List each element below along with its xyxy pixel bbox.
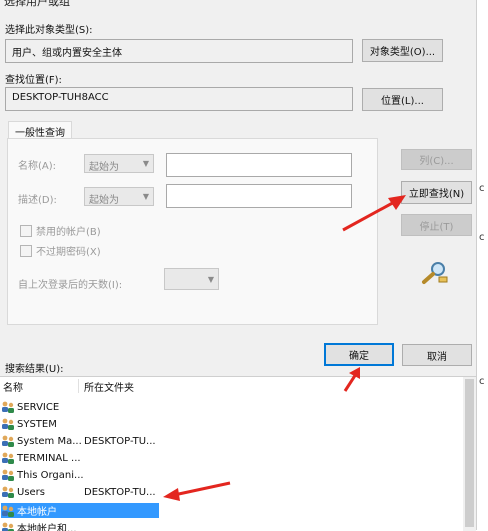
column-header-name[interactable]: 名称 <box>3 379 23 394</box>
dialog-title: 选择用户或组 <box>4 0 70 9</box>
search-results-list[interactable]: 名称 所在文件夹 SERVICESYSTEMSystem Ma...DESKTO… <box>0 376 476 531</box>
list-item-name: 本地帐户 <box>17 503 57 518</box>
days-since-last-logon-label: 自上次登录后的天数(I): <box>18 276 122 291</box>
list-item-name-cell: 本地帐户和... <box>1 520 77 531</box>
background-text: c <box>479 232 485 243</box>
list-item-name: SERVICE <box>17 402 59 413</box>
list-item[interactable]: 本地帐户 <box>0 502 476 519</box>
list-item-name-cell: TERMINAL ... <box>1 452 81 464</box>
disabled-accounts-checkbox[interactable]: 禁用的帐户(B) <box>20 223 101 238</box>
checkbox-box <box>20 245 32 257</box>
background-text: c <box>479 183 485 194</box>
results-scrollbar[interactable] <box>463 377 476 531</box>
list-item-name-cell: SYSTEM <box>1 418 57 430</box>
non-expiring-password-label: 不过期密码(X) <box>36 243 101 258</box>
list-item[interactable]: SERVICE <box>0 400 476 417</box>
list-item[interactable]: 本地帐户和... <box>0 519 476 531</box>
name-label: 名称(A): <box>18 157 56 172</box>
list-item[interactable]: Users DESKTOP-TU... <box>0 485 476 502</box>
list-item[interactable]: System Ma...DESKTOP-TU... <box>0 434 476 451</box>
list-item-name-cell: SERVICE <box>1 401 59 413</box>
column-divider[interactable] <box>78 379 79 393</box>
ok-button[interactable]: 确定 <box>324 343 394 366</box>
non-expiring-password-checkbox[interactable]: 不过期密码(X) <box>20 243 101 258</box>
list-item[interactable]: SYSTEM <box>0 417 476 434</box>
location-label: 查找位置(F): <box>5 71 62 86</box>
locations-button[interactable]: 位置(L)... <box>362 88 443 111</box>
list-item-folder: DESKTOP-TU... <box>84 487 156 498</box>
list-item-name-cell: System Ma... <box>1 435 82 447</box>
user-group-icon <box>1 486 15 498</box>
checkbox-box <box>20 225 32 237</box>
list-item-name-cell: This Organi... <box>1 469 84 481</box>
list-item[interactable]: TERMINAL ... <box>0 451 476 468</box>
chevron-down-icon: ▼ <box>208 275 214 284</box>
list-item-folder: DESKTOP-TU... <box>84 436 156 447</box>
search-magnifier-icon <box>420 259 450 285</box>
scrollbar-thumb[interactable] <box>465 379 474 527</box>
background-text: c <box>479 376 485 387</box>
background-window-edge: c c c <box>476 0 488 530</box>
description-label: 描述(D): <box>18 191 57 206</box>
name-input[interactable] <box>166 153 352 177</box>
list-item-name: System Ma... <box>17 436 82 447</box>
name-condition-select[interactable]: 起始为 ▼ <box>84 154 154 173</box>
days-since-last-logon-select[interactable]: ▼ <box>164 268 219 290</box>
cancel-button[interactable]: 取消 <box>402 344 472 366</box>
list-item[interactable]: This Organi... <box>0 468 476 485</box>
list-item-name: 本地帐户和... <box>17 520 77 531</box>
list-item-name-cell: Users <box>1 486 45 498</box>
list-item-name: This Organi... <box>17 470 84 481</box>
object-types-button[interactable]: 对象类型(O)... <box>362 39 443 62</box>
column-header-folder[interactable]: 所在文件夹 <box>84 379 134 394</box>
general-query-panel: 名称(A): 起始为 ▼ 描述(D): 起始为 ▼ 禁用的帐户(B) 不过期密码… <box>7 138 378 325</box>
user-group-icon <box>1 418 15 430</box>
list-item-name: SYSTEM <box>17 419 57 430</box>
user-group-icon <box>1 401 15 413</box>
list-item-name-cell: 本地帐户 <box>1 503 159 518</box>
name-condition-value: 起始为 <box>89 162 119 173</box>
description-condition-value: 起始为 <box>89 195 119 206</box>
disabled-accounts-label: 禁用的帐户(B) <box>36 223 101 238</box>
object-type-label: 选择此对象类型(S): <box>5 21 93 36</box>
dialog-title-bar: 选择用户或组 <box>0 0 476 9</box>
list-item-name: TERMINAL ... <box>17 453 81 464</box>
description-input[interactable] <box>166 184 352 208</box>
stop-button[interactable]: 停止(T) <box>401 214 472 236</box>
chevron-down-icon: ▼ <box>143 192 149 201</box>
user-group-icon <box>1 435 15 447</box>
user-group-icon <box>1 505 15 517</box>
user-group-icon <box>1 469 15 481</box>
search-results-label: 搜索结果(U): <box>5 360 64 375</box>
location-field: DESKTOP-TUH8ACC <box>5 87 353 111</box>
description-condition-select[interactable]: 起始为 ▼ <box>84 187 154 206</box>
list-item-name: Users <box>17 487 45 498</box>
columns-button[interactable]: 列(C)... <box>401 149 472 170</box>
chevron-down-icon: ▼ <box>143 159 149 168</box>
user-group-icon <box>1 452 15 464</box>
object-type-field: 用户、组或内置安全主体 <box>5 39 353 63</box>
find-now-button[interactable]: 立即查找(N) <box>401 181 472 204</box>
